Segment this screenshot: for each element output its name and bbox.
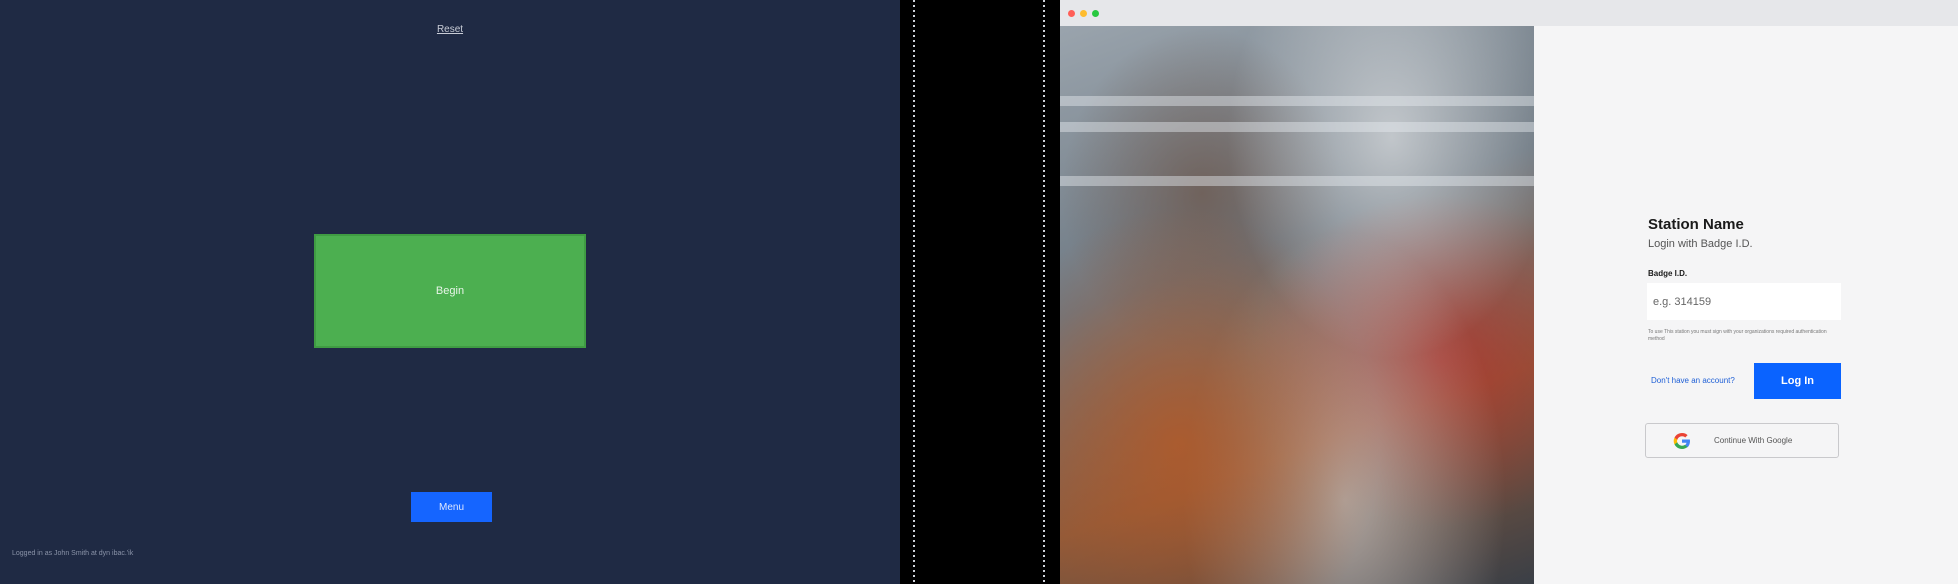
login-subtitle: Login with Badge I.D.	[1648, 238, 1753, 250]
reset-link[interactable]: Reset	[0, 24, 900, 35]
status-text: Logged in as John Smith at dyn ibac.'ik	[12, 550, 134, 557]
badge-label: Badge I.D.	[1648, 269, 1688, 278]
close-icon[interactable]	[1068, 10, 1075, 17]
signup-link[interactable]: Don't have an account?	[1651, 376, 1735, 385]
badge-id-input[interactable]	[1647, 283, 1841, 320]
divider	[1043, 0, 1045, 584]
factory-photo	[1060, 26, 1534, 584]
left-panel: Reset Begin Menu Logged in as John Smith…	[0, 0, 900, 584]
maximize-icon[interactable]	[1092, 10, 1099, 17]
title-bar	[1060, 0, 1958, 26]
divider	[913, 0, 915, 584]
menu-button[interactable]: Menu	[411, 492, 492, 522]
auth-note: To use This station you must sign with y…	[1648, 329, 1827, 342]
minimize-icon[interactable]	[1080, 10, 1087, 17]
google-login-label: Continue With Google	[1714, 436, 1793, 445]
begin-button[interactable]: Begin	[314, 234, 586, 348]
station-name: Station Name	[1648, 216, 1744, 233]
login-button[interactable]: Log In	[1754, 363, 1841, 399]
google-icon	[1673, 433, 1690, 449]
google-login-button[interactable]: Continue With Google	[1645, 423, 1839, 458]
